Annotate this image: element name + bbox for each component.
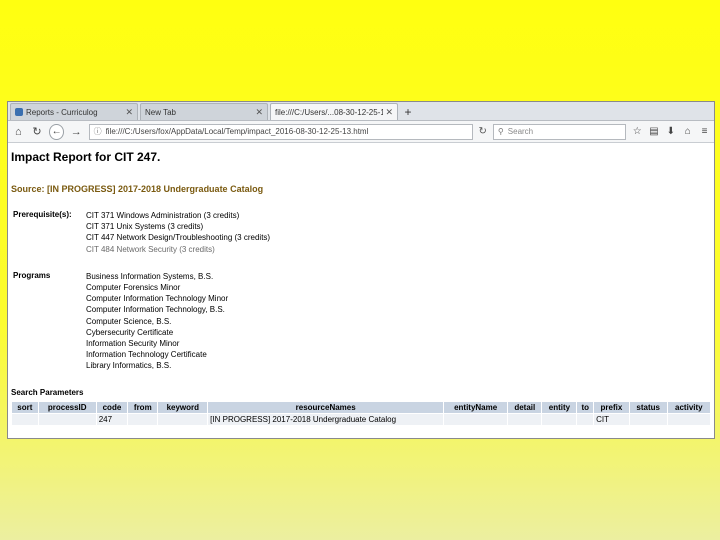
page-content: Impact Report for CIT 247. Source: [IN P… <box>8 143 714 430</box>
tab-title: Reports - Curriculog <box>26 107 98 117</box>
tab-strip: Reports - Curriculog ✕ New Tab ✕ file://… <box>8 102 714 121</box>
table-cell <box>443 412 509 426</box>
table-cell: 247 <box>95 412 129 426</box>
menu-icon[interactable]: ≡ <box>699 126 710 137</box>
close-icon[interactable]: ✕ <box>125 107 133 118</box>
download-icon[interactable]: ⬇ <box>665 126 676 137</box>
column-header: resourceNames <box>207 400 445 414</box>
column-header: from <box>127 400 159 414</box>
column-header: prefix <box>593 400 630 414</box>
program-item: Computer Forensics Minor <box>86 283 181 293</box>
table-cell <box>37 412 97 426</box>
navigation-bar: ⌂ ↻ ← → ⓘ file:///C:/Users/fox/AppData/L… <box>8 121 714 143</box>
address-bar[interactable]: ⓘ file:///C:/Users/fox/AppData/Local/Tem… <box>88 123 473 140</box>
program-item: Library Informatics, B.S. <box>86 361 172 371</box>
table-cell <box>127 412 159 426</box>
url-text[interactable]: file:///C:/Users/fox/AppData/Local/Temp/… <box>106 127 468 136</box>
tab-title: New Tab <box>145 107 176 117</box>
close-icon[interactable]: ✕ <box>385 107 393 118</box>
table-row: 247 [IN PROGRESS] 2017-2018 Undergraduat… <box>11 412 712 426</box>
forward-arrow-icon[interactable]: → <box>70 126 83 138</box>
program-item: Cybersecurity Certificate <box>86 327 174 337</box>
table-header-row: sort processID code from keyword resourc… <box>11 400 712 414</box>
tab-new-tab[interactable]: New Tab ✕ <box>140 103 268 120</box>
table-cell <box>666 412 712 426</box>
tab-reports[interactable]: Reports - Curriculog ✕ <box>10 103 138 120</box>
star-icon[interactable]: ☆ <box>632 126 643 137</box>
program-item: Computer Science, B.S. <box>86 316 172 326</box>
favicon-icon <box>15 108 23 116</box>
tab-title: file:///C:/Users/...08-30-12-25-13.html <box>275 107 383 117</box>
table-cell <box>576 412 595 426</box>
home-button-icon[interactable]: ⌂ <box>682 126 693 137</box>
back-arrow-icon[interactable]: ← <box>49 123 64 140</box>
home-icon[interactable]: ⌂ <box>12 126 25 138</box>
info-icon[interactable]: ⓘ <box>94 126 102 137</box>
column-header: keyword <box>157 400 209 414</box>
programs-section: Programs Business Information Systems, B… <box>11 271 711 372</box>
column-header: sort <box>11 400 39 414</box>
table-cell <box>11 412 39 426</box>
prerequisites-label: Prerequisite(s): <box>13 210 72 219</box>
prerequisite-item: CIT 371 Windows Administration (3 credit… <box>86 211 240 220</box>
program-item: Business Information Systems, B.S. <box>86 271 214 281</box>
search-icon: ⚲ <box>497 127 504 136</box>
column-header: entityName <box>443 400 509 414</box>
search-placeholder: Search <box>507 127 534 136</box>
source-heading: Source: [IN PROGRESS] 2017-2018 Undergra… <box>11 184 264 194</box>
report-title: Impact Report for CIT 247. <box>11 150 161 164</box>
table-cell <box>541 412 578 426</box>
program-item: Information Security Minor <box>86 339 180 349</box>
column-header: processID <box>37 400 97 414</box>
new-tab-button[interactable]: + <box>400 103 416 120</box>
tab-impact-report[interactable]: file:///C:/Users/...08-30-12-25-13.html … <box>270 103 398 120</box>
programs-list: Business Information Systems, B.S. Compu… <box>86 271 228 372</box>
column-header: detail <box>507 400 543 414</box>
column-header: activity <box>666 400 712 414</box>
reload-icon[interactable]: ↻ <box>31 125 44 138</box>
programs-label: Programs <box>13 270 51 280</box>
column-header: code <box>95 400 129 414</box>
clipboard-icon[interactable]: ▤ <box>649 126 660 137</box>
prerequisite-item: CIT 484 Network Security (3 credits) <box>86 244 215 254</box>
search-parameters-title: Search Parameters <box>11 387 84 397</box>
prerequisite-item: CIT 371 Unix Systems (3 credits) <box>86 222 204 232</box>
table-cell: CIT <box>593 412 630 426</box>
search-input[interactable]: ⚲ Search <box>492 123 626 140</box>
refresh-icon[interactable]: ↻ <box>479 126 487 137</box>
prerequisites-section: Prerequisite(s): CIT 371 Windows Adminis… <box>11 210 711 255</box>
browser-window: Reports - Curriculog ✕ New Tab ✕ file://… <box>7 101 715 439</box>
table-cell <box>507 412 543 426</box>
table-cell <box>628 412 668 426</box>
column-header: to <box>576 400 595 414</box>
search-parameters-table: sort processID code from keyword resourc… <box>11 400 712 426</box>
prerequisites-list: CIT 371 Windows Administration (3 credit… <box>86 210 270 255</box>
column-header: status <box>628 400 668 414</box>
column-header: entity <box>541 400 578 414</box>
program-item: Computer Information Technology, B.S. <box>86 305 225 315</box>
prerequisite-item: CIT 447 Network Design/Troubleshooting (… <box>86 233 271 243</box>
table-cell: [IN PROGRESS] 2017-2018 Undergraduate Ca… <box>207 412 445 426</box>
program-item: Computer Information Technology Minor <box>86 294 229 304</box>
program-item: Information Technology Certificate <box>86 350 207 360</box>
close-icon[interactable]: ✕ <box>255 107 263 118</box>
table-cell <box>157 412 209 426</box>
